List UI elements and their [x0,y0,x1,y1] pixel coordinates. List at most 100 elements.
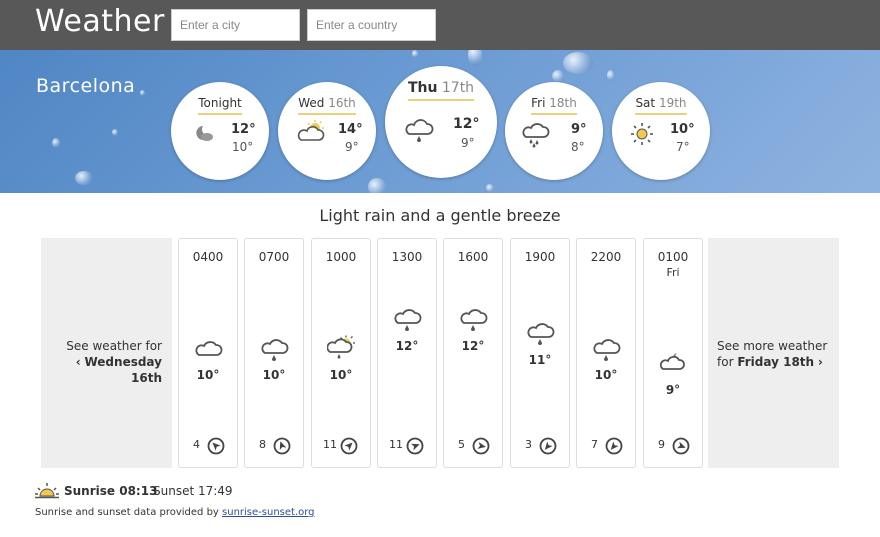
sunset-time: Sunset 17:49 [153,484,233,498]
country-search-input[interactable] [307,9,436,41]
high-temp: 10° [670,122,695,137]
partly-cloudy-rain-icon [326,335,357,365]
cloud-icon [195,339,223,363]
rain-icon [522,122,550,152]
wind-direction-icon [539,437,557,455]
high-temp: 14° [338,122,363,137]
day-thu[interactable]: Thu 17th 12° 9° [385,66,497,178]
low-temp: 8° [571,140,585,154]
day-label: Tonight [198,96,242,115]
sunrise-icon [35,483,59,502]
hero-banner: Barcelona Tonight 12° 10° Wed 16th 14° 9… [0,50,880,193]
sunrise-time: Sunrise 08:13 [64,484,158,498]
hour-temp: 10° [196,368,220,382]
data-credit: Sunrise and sunset data provided by sunr… [35,507,315,518]
hour-temp: 10° [262,368,286,382]
next-day-label: Friday 18th [737,355,815,369]
day-label: Wed 16th [298,96,356,115]
hour-card: 0400 10° 4 [178,238,238,468]
day-wed[interactable]: Wed 16th 14° 9° [278,82,376,180]
location-name: Barcelona [36,75,136,97]
raindrop-decoration [75,171,93,185]
high-temp: 9° [571,122,587,137]
day-fri[interactable]: Fri 18th 9° 8° [505,82,603,180]
prev-day-link[interactable]: See weather for ‹ Wednesday 16th [41,238,172,468]
wind-speed: 9 [658,438,665,451]
wind-direction-icon [672,437,690,455]
next-day-link[interactable]: See more weather for Friday 18th › [708,238,839,468]
raindrop-decoration [140,90,145,96]
hour-card: 0700 10° 8 [244,238,304,468]
hour-day: Fri [666,266,680,279]
day-label: Fri 18th [531,96,577,115]
wind-direction-icon [273,437,291,455]
partly-cloudy-icon [297,120,327,148]
low-temp: 7° [676,140,690,154]
hour-temp: 10° [329,368,353,382]
raindrop-decoration [468,50,482,66]
credit-text: Sunrise and sunset data provided by [35,507,219,518]
raindrop-decoration [412,50,418,58]
prev-day-line1: See weather for [66,339,162,353]
hour-card: 2200 10° 7 [576,238,636,468]
hour-temp: 9° [665,383,681,397]
hour-temp: 11° [528,353,552,367]
city-search-input[interactable] [171,9,300,41]
light-rain-icon [593,339,621,367]
night-cloud-icon [659,351,688,377]
wind-speed: 11 [389,438,403,451]
hour-temp: 12° [395,339,419,353]
raindrop-decoration [563,52,593,74]
top-bar: Weather [0,0,880,50]
hour-time: 0700 [258,250,290,264]
day-label: Sat 19th [635,96,687,115]
raindrop-decoration [552,70,564,82]
wind-direction-icon [605,437,623,455]
hour-time: 0400 [192,250,224,264]
high-temp: 12° [231,122,256,137]
wind-direction-icon [472,437,490,455]
chevron-left-icon: ‹ [75,355,81,369]
sun-icon [630,122,654,150]
hour-time: 1600 [457,250,489,264]
hour-card: 1300 12° 11 [377,238,437,468]
hour-temp: 10° [594,368,618,382]
wind-direction-icon [340,437,358,455]
hour-time: 2200 [590,250,622,264]
day-tonight[interactable]: Tonight 12° 10° [171,82,269,180]
chevron-right-icon: › [817,355,823,369]
low-temp: 9° [461,136,475,150]
day-sat[interactable]: Sat 19th 10° 7° [612,82,710,180]
wind-direction-icon [406,437,424,455]
next-day-line1: See more weather [717,339,828,353]
night-cloud-icon [195,124,215,146]
wind-speed: 4 [193,438,200,451]
app-title: Weather [35,4,165,39]
hour-card: 1900 11° 3 [510,238,570,468]
low-temp: 10° [232,140,254,154]
wind-speed: 5 [458,438,465,451]
light-rain-icon [261,339,289,367]
hour-time: 0100 [657,250,689,264]
raindrop-decoration [112,129,118,136]
light-rain-icon [394,309,422,337]
hour-time: 1300 [391,250,423,264]
light-rain-icon [527,323,555,351]
weather-summary: Light rain and a gentle breeze [319,206,561,225]
hour-card: 0100 Fri 9° 9 [643,238,703,468]
hour-temp: 12° [461,339,485,353]
day-label: Thu 17th [407,80,475,101]
raindrop-decoration [607,70,614,81]
low-temp: 9° [345,140,359,154]
hour-time: 1000 [325,250,357,264]
wind-speed: 11 [323,438,337,451]
next-day-prefix: for [717,355,734,369]
credit-link[interactable]: sunrise-sunset.org [222,507,315,518]
wind-speed: 3 [525,438,532,451]
prev-day-label: Wednesday 16th [84,355,162,385]
hour-card: 1000 10° 11 [311,238,371,468]
wind-speed: 7 [591,438,598,451]
wind-speed: 8 [259,438,266,451]
wind-direction-icon [207,437,225,455]
hour-time: 1900 [524,250,556,264]
